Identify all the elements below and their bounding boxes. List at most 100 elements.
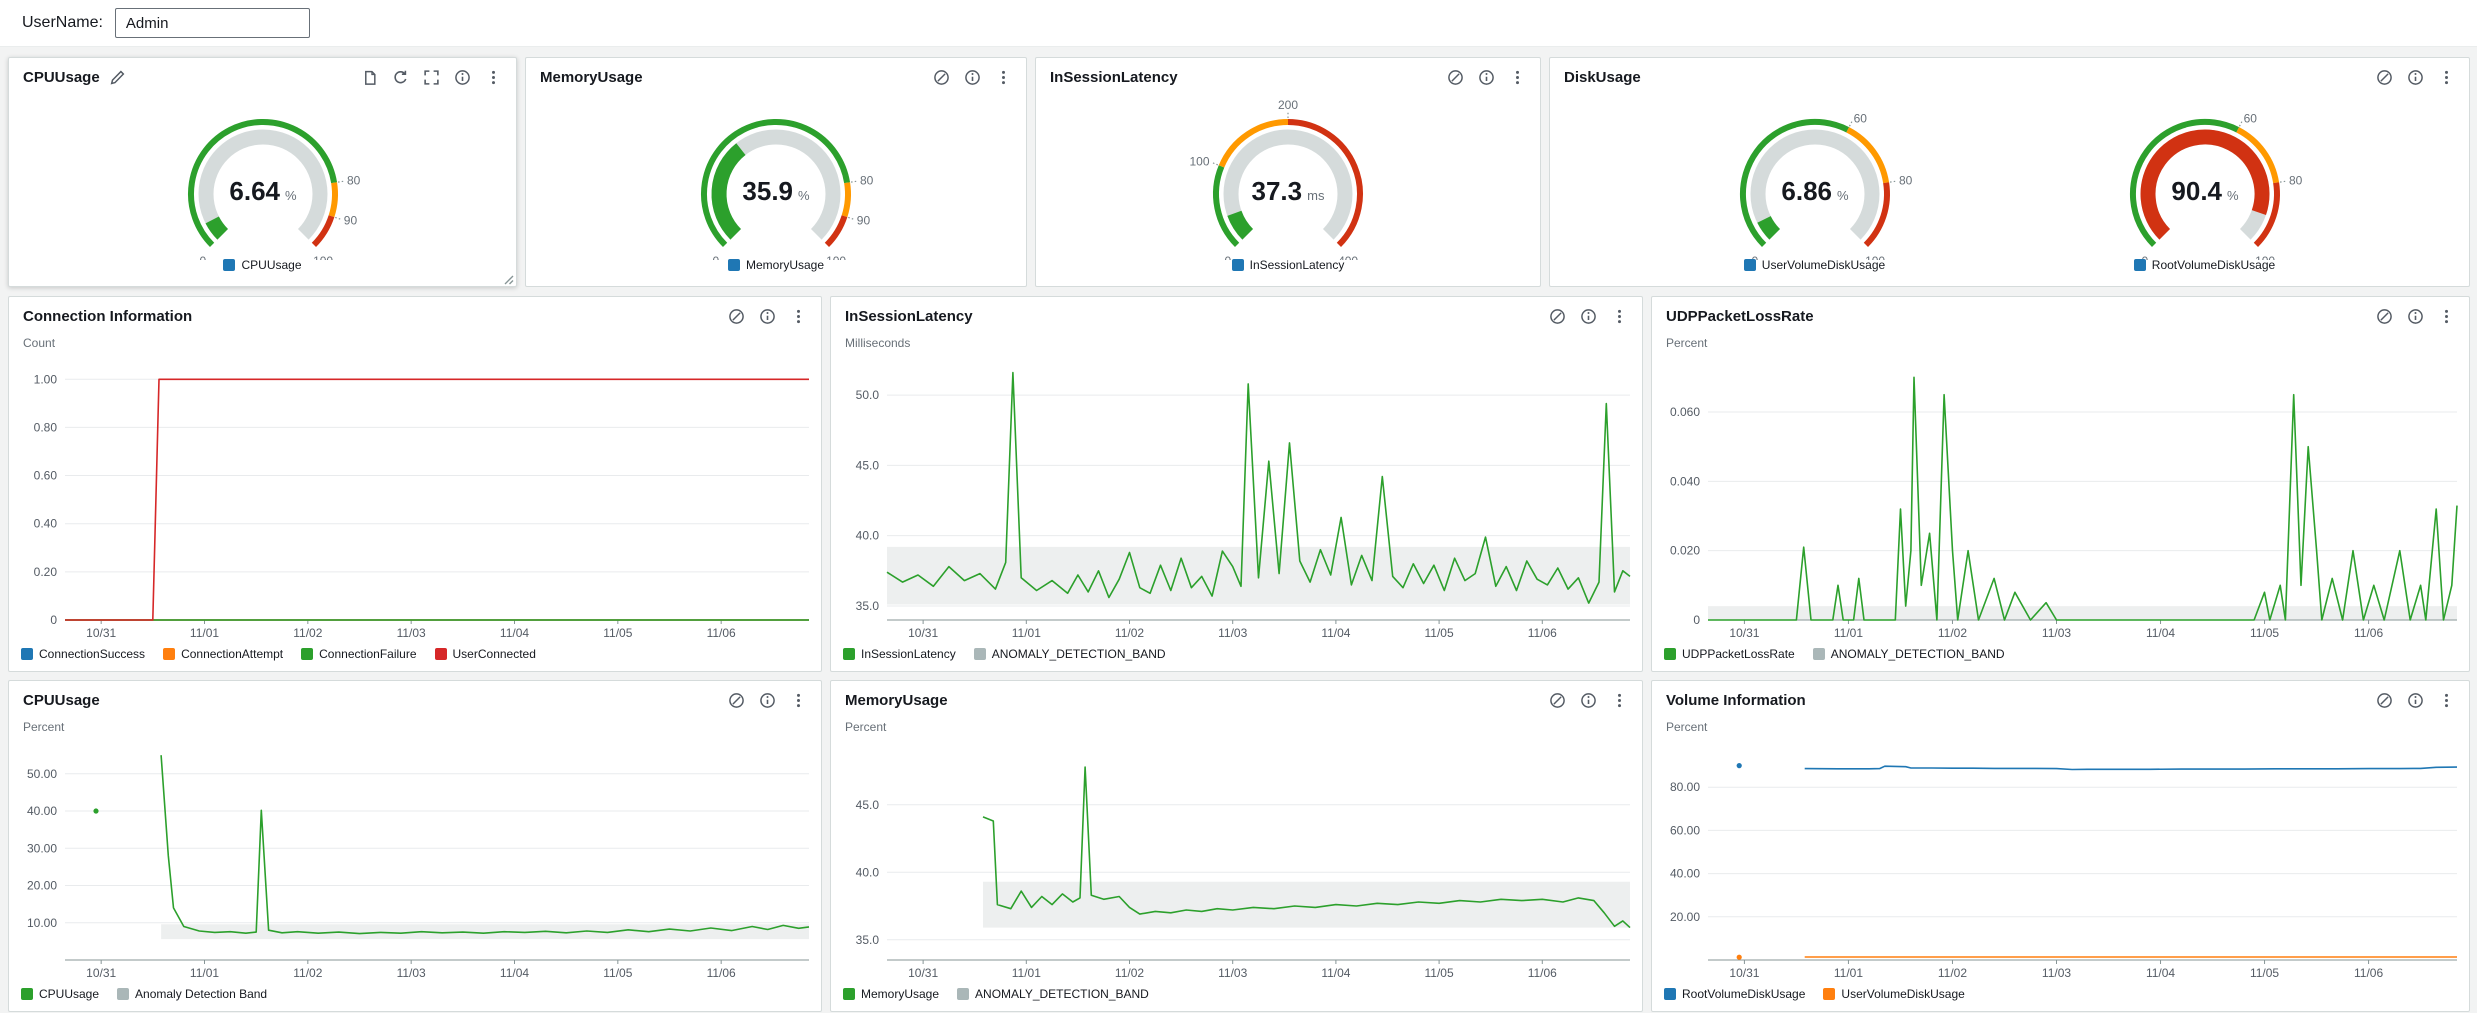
legend-swatch — [974, 648, 986, 660]
widget-title[interactable]: CPUUsage — [23, 69, 100, 86]
gauge[interactable]: 0608010090.4% — [2070, 90, 2340, 260]
widget-title[interactable]: MemoryUsage — [845, 692, 948, 709]
info-icon[interactable] — [453, 68, 471, 86]
legend-item-udppacketlossrate[interactable]: UDPPacketLossRate — [1664, 647, 1795, 661]
row-1: CPUUsage080901006.64%CPUUsageMemoryUsage… — [8, 57, 2477, 287]
legend-item-userconnected[interactable]: UserConnected — [435, 647, 536, 661]
copy-icon[interactable] — [360, 68, 378, 86]
legend-swatch — [843, 648, 855, 660]
legend-item-memoryusage[interactable]: MemoryUsage — [843, 987, 939, 1001]
circle-slash-icon[interactable] — [727, 691, 745, 709]
x-tick-label: 11/05 — [2250, 966, 2279, 980]
gauge[interactable]: 060801006.86% — [1680, 90, 1950, 260]
menu-icon[interactable] — [2437, 307, 2455, 325]
widget-title[interactable]: CPUUsage — [23, 692, 100, 709]
info-icon[interactable] — [963, 68, 981, 86]
legend-item-anomaly-detection-band[interactable]: ANOMALY_DETECTION_BAND — [957, 987, 1149, 1001]
info-icon[interactable] — [1579, 691, 1597, 709]
chart-canvas[interactable]: 10.0020.0030.0040.0050.0010/3111/0111/02… — [9, 736, 821, 982]
chart-canvas[interactable]: 20.0040.0060.0080.0010/3111/0111/0211/03… — [1652, 736, 2469, 982]
gauge-body: 0809010035.9%MemoryUsage — [526, 88, 1026, 286]
chart-canvas[interactable]: 35.040.045.050.010/3111/0111/0211/0311/0… — [831, 352, 1642, 642]
legend-label: ANOMALY_DETECTION_BAND — [992, 647, 1166, 661]
circle-slash-icon[interactable] — [932, 68, 950, 86]
menu-icon[interactable] — [2437, 68, 2455, 86]
menu-icon[interactable] — [1610, 691, 1628, 709]
series-userconnected — [65, 379, 809, 620]
legend-label: ANOMALY_DETECTION_BAND — [1831, 647, 2005, 661]
chart-area: 10.0020.0030.0040.0050.0010/3111/0111/02… — [9, 736, 821, 982]
chart-canvas[interactable]: 00.200.400.600.801.0010/3111/0111/0211/0… — [9, 352, 821, 642]
circle-slash-icon[interactable] — [2375, 68, 2393, 86]
circle-slash-icon[interactable] — [1446, 68, 1464, 86]
menu-icon[interactable] — [1508, 68, 1526, 86]
pencil-icon[interactable] — [109, 68, 127, 86]
gauge-value: 6.64% — [229, 176, 297, 206]
gauge-legend[interactable]: InSessionLatency — [1232, 258, 1345, 272]
legend-item-uservolumediskusage[interactable]: UserVolumeDiskUsage — [1823, 987, 1964, 1001]
widget-title[interactable]: InSessionLatency — [1050, 69, 1178, 86]
info-icon[interactable] — [1477, 68, 1495, 86]
widget-title[interactable]: MemoryUsage — [540, 69, 643, 86]
menu-icon[interactable] — [789, 307, 807, 325]
gauge-legend[interactable]: UserVolumeDiskUsage — [1744, 258, 1885, 272]
x-tick-label: 10/31 — [1729, 626, 1759, 640]
info-icon[interactable] — [758, 691, 776, 709]
circle-slash-icon[interactable] — [2375, 691, 2393, 709]
info-icon[interactable] — [758, 307, 776, 325]
widget-title[interactable]: UDPPacketLossRate — [1666, 308, 1814, 325]
refresh-icon[interactable] — [391, 68, 409, 86]
legend-item-rootvolumediskusage[interactable]: RootVolumeDiskUsage — [1664, 987, 1805, 1001]
widget-cpuusage-0: CPUUsage080901006.64%CPUUsage — [8, 57, 517, 287]
circle-slash-icon[interactable] — [727, 307, 745, 325]
legend-swatch — [301, 648, 313, 660]
legend-item-connectionsuccess[interactable]: ConnectionSuccess — [21, 647, 145, 661]
resize-handle[interactable] — [502, 272, 514, 284]
x-tick-label: 11/06 — [1528, 966, 1557, 980]
info-icon[interactable] — [1579, 307, 1597, 325]
circle-slash-icon[interactable] — [1548, 691, 1566, 709]
legend-item-cpuusage[interactable]: CPUUsage — [21, 987, 99, 1001]
gauge[interactable]: 010020040037.3ms — [1153, 90, 1423, 260]
legend-item-insessionlatency[interactable]: InSessionLatency — [843, 647, 956, 661]
y-tick-label: 0.20 — [34, 565, 58, 579]
y-axis-title: Milliseconds — [831, 327, 1642, 352]
chart-canvas[interactable]: 00.0200.0400.06010/3111/0111/0211/0311/0… — [1652, 352, 2469, 642]
legend-item-anomaly-detection-band[interactable]: ANOMALY_DETECTION_BAND — [1813, 647, 2005, 661]
header-icons — [1548, 307, 1628, 325]
info-icon[interactable] — [2406, 68, 2424, 86]
widget-title[interactable]: Volume Information — [1666, 692, 1806, 709]
circle-slash-icon[interactable] — [2375, 307, 2393, 325]
menu-icon[interactable] — [1610, 307, 1628, 325]
legend-item-anomaly-detection-band[interactable]: ANOMALY_DETECTION_BAND — [974, 647, 1166, 661]
circle-slash-icon[interactable] — [1548, 307, 1566, 325]
chart-canvas[interactable]: 35.040.045.010/3111/0111/0211/0311/0411/… — [831, 736, 1642, 982]
gauge-legend[interactable]: RootVolumeDiskUsage — [2134, 258, 2275, 272]
series-cpuusage — [161, 755, 809, 933]
gauge-legend[interactable]: MemoryUsage — [728, 258, 824, 272]
expand-icon[interactable] — [422, 68, 440, 86]
legend-item-connectionattempt[interactable]: ConnectionAttempt — [163, 647, 283, 661]
widget-diskusage-3: DiskUsage 060801006.86%UserVolumeDiskUsag… — [1549, 57, 2470, 287]
info-icon[interactable] — [2406, 307, 2424, 325]
gauge-value: 35.9% — [742, 176, 810, 206]
gauge-legend[interactable]: CPUUsage — [223, 258, 301, 272]
widget-grid: CPUUsage080901006.64%CPUUsageMemoryUsage… — [0, 57, 2477, 1012]
info-icon[interactable] — [2406, 691, 2424, 709]
x-tick-label: 11/05 — [2250, 626, 2279, 640]
legend-swatch — [117, 988, 129, 1000]
widget-title[interactable]: Connection Information — [23, 308, 192, 325]
username-input[interactable] — [115, 8, 310, 38]
legend-item-connectionfailure[interactable]: ConnectionFailure — [301, 647, 416, 661]
menu-icon[interactable] — [994, 68, 1012, 86]
widget-title[interactable]: DiskUsage — [1564, 69, 1641, 86]
legend-item-anomaly-detection-band[interactable]: Anomaly Detection Band — [117, 987, 267, 1001]
widget-header: Connection Information — [9, 297, 821, 327]
menu-icon[interactable] — [2437, 691, 2455, 709]
gauge[interactable]: 0809010035.9% — [641, 90, 911, 260]
legend-label: UDPPacketLossRate — [1682, 647, 1795, 661]
gauge[interactable]: 080901006.64% — [128, 90, 398, 260]
menu-icon[interactable] — [484, 68, 502, 86]
widget-title[interactable]: InSessionLatency — [845, 308, 973, 325]
menu-icon[interactable] — [789, 691, 807, 709]
